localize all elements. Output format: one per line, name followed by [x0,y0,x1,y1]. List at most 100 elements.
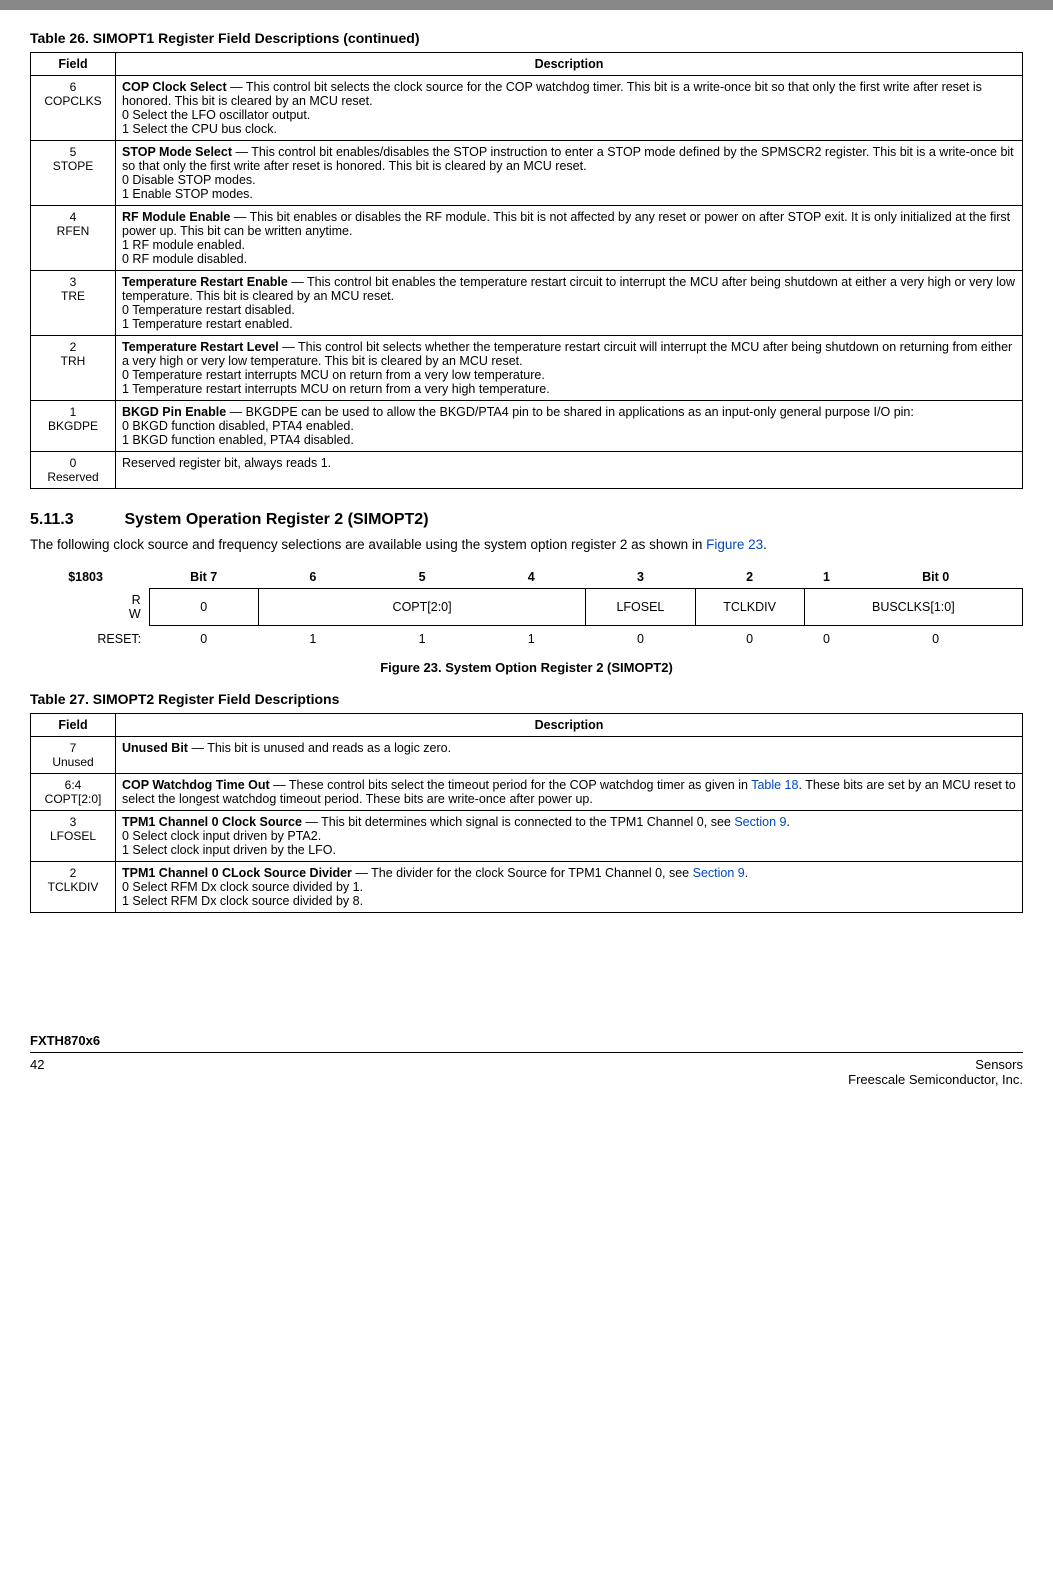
table27: Field Description 7UnusedUnused Bit — Th… [30,713,1023,913]
field-bit: 6:4 [37,778,109,792]
desc-title: COP Watchdog Time Out [122,778,270,792]
desc-title: Temperature Restart Enable [122,275,288,289]
desc-title: BKGD Pin Enable [122,405,226,419]
field-bit: 2 [37,866,109,880]
desc-cell: Temperature Restart Level — This control… [116,336,1023,401]
desc-title: COP Clock Select [122,80,227,94]
desc-title: Unused Bit [122,741,188,755]
desc-cell: BKGD Pin Enable — BKGDPE can be used to … [116,401,1023,452]
table26-head-field: Field [31,53,116,76]
desc-opt0: 0 Select the LFO oscillator output. [122,108,310,122]
desc-title: TPM1 Channel 0 Clock Source [122,815,302,829]
desc-cell: COP Clock Select — This control bit sele… [116,76,1023,141]
desc-opt1: 0 RF module disabled. [122,252,247,266]
desc-opt0: 0 Temperature restart disabled. [122,303,295,317]
field-bit: 1 [37,405,109,419]
table26: Field Description 6COPCLKSCOP Clock Sele… [30,52,1023,489]
desc-cell: RF Module Enable — This bit enables or d… [116,206,1023,271]
field-name: TRH [37,354,109,368]
field-cell: 2TRH [31,336,116,401]
table26-head-desc: Description [116,53,1023,76]
bit-header-4: 4 [477,566,586,589]
bitdiag-cell-lfosel: LFOSEL [586,589,695,626]
desc-opt0: 0 BKGD function disabled, PTA4 enabled. [122,419,354,433]
desc-cell: TPM1 Channel 0 CLock Source Divider — Th… [116,862,1023,913]
desc-text: Reserved register bit, always reads 1. [122,456,331,470]
desc-cell: COP Watchdog Time Out — These control bi… [116,774,1023,811]
reset-bit4: 1 [477,626,586,651]
bit-header-5: 5 [367,566,476,589]
field-name: LFOSEL [37,829,109,843]
desc-cell: Unused Bit — This bit is unused and read… [116,737,1023,774]
bitdiag-cell-bit7: 0 [149,589,258,626]
table-row: 4RFENRF Module Enable — This bit enables… [31,206,1023,271]
section-heading: 5.11.3 System Operation Register 2 (SIMO… [30,511,1023,529]
table-row: 2TCLKDIVTPM1 Channel 0 CLock Source Divi… [31,862,1023,913]
field-cell: 6:4COPT[2:0] [31,774,116,811]
desc-opt1: 1 Temperature restart interrupts MCU on … [122,382,550,396]
desc-opt0: 0 Select RFM Dx clock source divided by … [122,880,363,894]
desc-opt1: 1 Select RFM Dx clock source divided by … [122,894,363,908]
reset-bit5: 1 [367,626,476,651]
w-label: W [129,607,141,621]
field-cell: 3LFOSEL [31,811,116,862]
desc-cell: Temperature Restart Enable — This contro… [116,271,1023,336]
field-bit: 6 [37,80,109,94]
desc-link[interactable]: Table 18 [751,778,798,792]
table26-title: Table 26. SIMOPT1 Register Field Descrip… [30,30,1023,46]
table27-title: Table 27. SIMOPT2 Register Field Descrip… [30,691,1023,707]
desc-cell: TPM1 Channel 0 Clock Source — This bit d… [116,811,1023,862]
desc-text: — These control bits select the timeout … [270,778,752,792]
desc-opt1: 1 Enable STOP modes. [122,187,253,201]
desc-link[interactable]: Section 9 [693,866,745,880]
bit-header-6: 6 [258,566,367,589]
field-cell: 4RFEN [31,206,116,271]
reset-bit6: 1 [258,626,367,651]
figure23-link[interactable]: Figure 23 [706,537,763,552]
bit-header-1: 1 [804,566,849,589]
desc-opt0: 0 Select clock input driven by PTA2. [122,829,321,843]
field-bit: 3 [37,275,109,289]
reset-bit2: 0 [695,626,804,651]
bitdiag-cell-copt: COPT[2:0] [258,589,586,626]
r-label: R [132,593,141,607]
para-text-post: . [763,537,767,552]
reset-bit3: 0 [586,626,695,651]
field-bit: 7 [37,741,109,755]
page-header-bar [0,0,1053,10]
table27-head-field: Field [31,714,116,737]
field-name: TCLKDIV [37,880,109,894]
para-text-pre: The following clock source and frequency… [30,537,706,552]
desc-text: — This control bit enables/disables the … [122,145,1014,173]
desc-opt1: 1 Temperature restart enabled. [122,317,293,331]
field-cell: 2TCLKDIV [31,862,116,913]
desc-link[interactable]: Section 9 [734,815,786,829]
desc-text: — This control bit selects the clock sou… [122,80,982,108]
field-bit: 4 [37,210,109,224]
bitdiag-addr: $1803 [30,566,149,589]
field-name: Reserved [37,470,109,484]
bit-header-3: 3 [586,566,695,589]
desc-title: TPM1 Channel 0 CLock Source Divider [122,866,352,880]
field-bit: 0 [37,456,109,470]
section-number: 5.11.3 [30,511,120,529]
desc-title: Temperature Restart Level [122,340,279,354]
desc-text: — BKGDPE can be used to allow the BKGD/P… [226,405,914,419]
table-row: 0Reserved Reserved register bit, always r… [31,452,1023,489]
field-bit: 5 [37,145,109,159]
reset-bit0: 0 [849,626,1023,651]
bit-header-0: Bit 0 [849,566,1023,589]
desc-opt1: 1 BKGD function enabled, PTA4 disabled. [122,433,354,447]
desc-text: — This bit is unused and reads as a logi… [188,741,451,755]
field-cell: 0Reserved [31,452,116,489]
bitdiag-cell-tclkdiv: TCLKDIV [695,589,804,626]
desc-opt0: 1 RF module enabled. [122,238,245,252]
desc-title: STOP Mode Select [122,145,232,159]
table-row: 6:4COPT[2:0]COP Watchdog Time Out — Thes… [31,774,1023,811]
figure23-caption: Figure 23. System Option Register 2 (SIM… [30,660,1023,675]
field-name: RFEN [37,224,109,238]
desc-text2: . [745,866,748,880]
field-name: TRE [37,289,109,303]
desc-text: — This bit determines which signal is co… [302,815,734,829]
field-cell: 7Unused [31,737,116,774]
